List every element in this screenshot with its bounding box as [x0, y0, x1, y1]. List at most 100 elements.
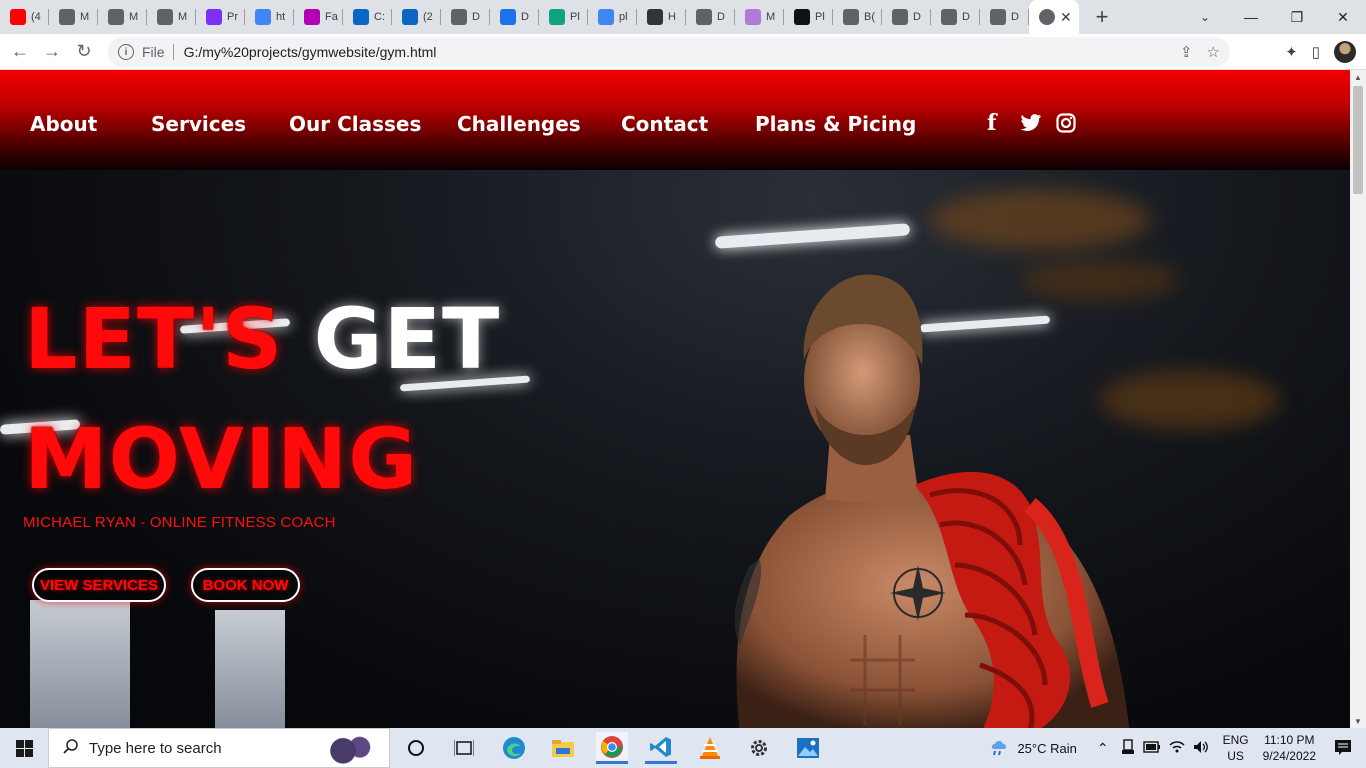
browser-tab[interactable]: Fa [294, 0, 343, 34]
minimize-button[interactable]: — [1228, 0, 1274, 34]
tab-favicon-icon [353, 9, 369, 25]
browser-tab[interactable]: D [980, 0, 1029, 34]
browser-tab[interactable]: ht [245, 0, 294, 34]
tab-favicon-icon [451, 9, 467, 25]
browser-tab[interactable]: M [98, 0, 147, 34]
browser-tab[interactable]: pl [588, 0, 637, 34]
tab-favicon-icon [696, 9, 712, 25]
back-button[interactable]: ← [4, 36, 36, 68]
cortana-icon[interactable] [400, 732, 432, 764]
start-button[interactable] [0, 728, 48, 768]
clock[interactable]: 11:10 PM 9/24/2022 [1263, 732, 1316, 764]
browser-tab[interactable]: Pr [196, 0, 245, 34]
browser-tab[interactable]: D [686, 0, 735, 34]
tab-favicon-icon [843, 9, 859, 25]
profile-avatar[interactable] [1334, 41, 1356, 63]
browser-tab[interactable]: M [147, 0, 196, 34]
active-browser-tab[interactable]: ✕ [1029, 0, 1079, 34]
windows-logo-icon [15, 739, 33, 757]
tab-title: M [129, 11, 139, 23]
language-indicator[interactable]: ENG US [1223, 732, 1249, 764]
nav-our-classes[interactable]: Our Classes [289, 112, 421, 136]
tab-favicon-icon [157, 9, 173, 25]
share-icon[interactable]: ⇪ [1180, 43, 1193, 61]
browser-tab[interactable]: M [735, 0, 784, 34]
browser-tab[interactable]: D [441, 0, 490, 34]
vlc-icon[interactable] [694, 732, 726, 764]
volume-icon[interactable] [1193, 740, 1209, 757]
view-services-button[interactable]: VIEW SERVICES [32, 568, 166, 602]
task-view-icon[interactable] [448, 732, 480, 764]
new-tab-button[interactable]: + [1085, 0, 1119, 34]
browser-tab[interactable]: M [49, 0, 98, 34]
tab-search-button[interactable]: ⌄ [1192, 0, 1218, 34]
nav-services[interactable]: Services [151, 112, 246, 136]
tray-chevron-icon[interactable]: ⌃ [1097, 740, 1109, 757]
browser-tab[interactable]: Pl [539, 0, 588, 34]
search-highlight-image [319, 731, 379, 767]
book-now-button[interactable]: BOOK NOW [191, 568, 300, 602]
tab-title: (4 [31, 11, 41, 23]
close-window-button[interactable]: ✕ [1320, 0, 1366, 34]
tab-favicon-icon [255, 9, 271, 25]
tab-favicon-icon [10, 9, 26, 25]
tab-favicon-icon [59, 9, 75, 25]
tab-favicon-icon [941, 9, 957, 25]
tab-title: D [472, 11, 480, 23]
tab-favicon-icon [108, 9, 124, 25]
vscode-icon[interactable] [645, 732, 677, 764]
forward-button[interactable]: → [36, 36, 68, 68]
usb-device-icon[interactable] [1121, 738, 1135, 758]
tab-title: M [80, 11, 90, 23]
facebook-icon[interactable]: f [987, 110, 996, 136]
tab-title: H [668, 11, 676, 23]
restore-button[interactable]: ❐ [1274, 0, 1320, 34]
browser-tab[interactable]: (4 [0, 0, 49, 34]
photos-icon[interactable] [792, 732, 824, 764]
side-panel-icon[interactable]: ▯ [1312, 43, 1320, 61]
browser-tab[interactable]: D [490, 0, 539, 34]
browser-tab[interactable]: Pl [784, 0, 833, 34]
tab-close-icon[interactable]: ✕ [1060, 9, 1072, 26]
browser-tab[interactable]: D [882, 0, 931, 34]
edge-browser-icon[interactable] [498, 732, 530, 764]
clock-date: 9/24/2022 [1262, 749, 1316, 763]
tab-title: Pl [815, 11, 825, 23]
browser-tab[interactable]: H [637, 0, 686, 34]
weather-icon[interactable] [989, 737, 1011, 760]
site-info-icon[interactable]: i [118, 44, 134, 60]
tab-favicon-icon [206, 9, 222, 25]
browser-tab[interactable]: D [931, 0, 980, 34]
url-text[interactable]: G:/my%20projects/gymwebsite/gym.html [184, 44, 437, 60]
twitter-icon[interactable] [1020, 113, 1042, 139]
reload-button[interactable]: ↻ [68, 36, 100, 68]
settings-gear-icon[interactable] [743, 732, 775, 764]
tab-favicon-icon [647, 9, 663, 25]
extensions-icon[interactable]: ✦ [1285, 43, 1298, 61]
browser-tab[interactable]: B( [833, 0, 882, 34]
nav-contact[interactable]: Contact [621, 112, 708, 136]
nav-challenges[interactable]: Challenges [457, 112, 581, 136]
battery-icon[interactable] [1142, 740, 1161, 756]
scroll-up-arrow[interactable]: ▲ [1350, 70, 1366, 84]
hero-heading-line1: LET'S GET [24, 290, 500, 388]
notifications-icon[interactable] [1334, 739, 1352, 758]
address-bar[interactable]: i File G:/my%20projects/gymwebsite/gym.h… [108, 37, 1230, 67]
page-scrollbar[interactable]: ▲ ▼ [1350, 70, 1366, 728]
wifi-icon[interactable] [1169, 740, 1185, 757]
browser-tab[interactable]: (2 [392, 0, 441, 34]
scrollbar-thumb[interactable] [1353, 86, 1363, 194]
scroll-down-arrow[interactable]: ▼ [1350, 714, 1366, 728]
chrome-taskbar-icon[interactable] [596, 732, 628, 764]
bookmark-star-icon[interactable]: ☆ [1207, 43, 1220, 61]
file-explorer-icon[interactable] [547, 732, 579, 764]
nav-about[interactable]: About [30, 112, 97, 136]
taskbar-search[interactable]: Type here to search [48, 728, 390, 768]
weather-text[interactable]: 25°C Rain [1017, 741, 1076, 756]
nav-plans-pricing[interactable]: Plans & Picing [755, 112, 916, 136]
browser-tab[interactable]: C: [343, 0, 392, 34]
tab-favicon-icon [549, 9, 565, 25]
clock-time: 11:10 PM [1264, 733, 1315, 747]
browser-tab-bar: (4 M M M Pr ht Fa C: (2 D D Pl pl H D M Pl B(D D D ✕ + ⌄ — ❐… [0, 0, 1366, 34]
instagram-icon[interactable] [1056, 113, 1076, 139]
